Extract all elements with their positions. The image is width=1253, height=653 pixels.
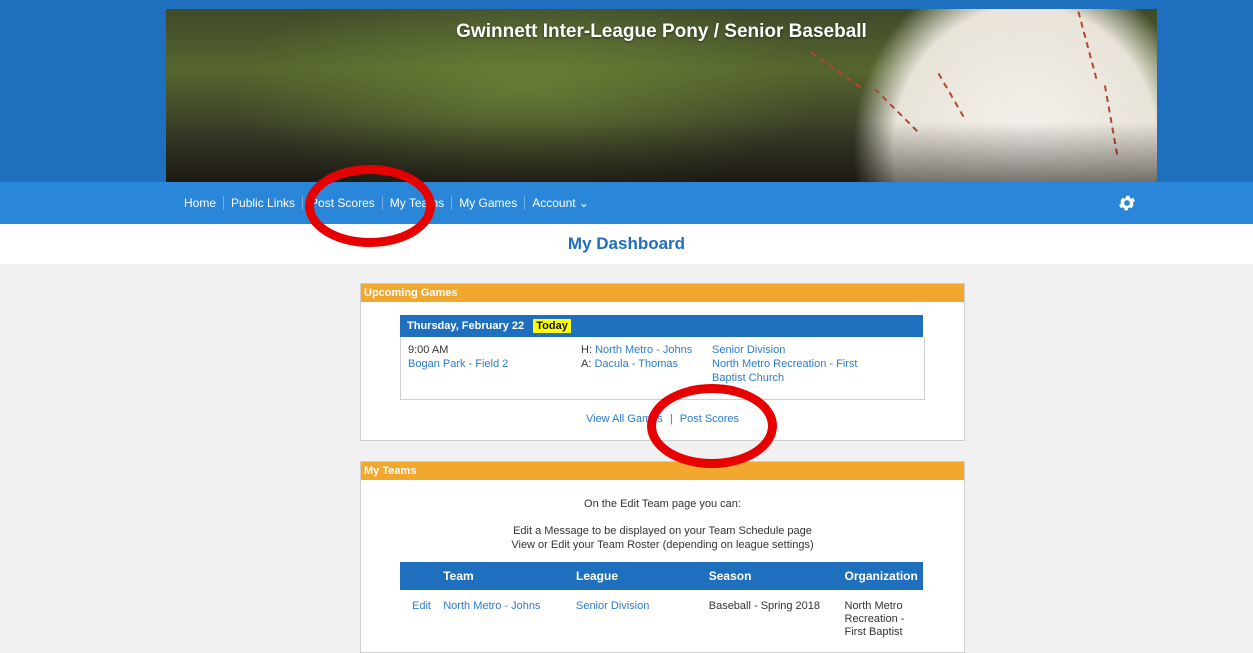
organization-link[interactable]: North Metro Recreation - First Baptist C…: [712, 357, 872, 385]
main-nav: Home Public Links Post Scores My Teams M…: [0, 182, 1253, 224]
organization-cell: North Metro Recreation - First Baptist: [844, 600, 905, 638]
col-season: Season: [707, 562, 844, 590]
teams-info-line-1: Edit a Message to be displayed on your T…: [513, 525, 812, 537]
home-prefix: H:: [581, 344, 592, 356]
teams-intro: On the Edit Team page you can:: [584, 498, 741, 510]
today-badge: Today: [533, 319, 571, 333]
away-team-link[interactable]: Dacula - Thomas: [594, 358, 678, 370]
my-teams-heading: My Teams: [361, 462, 964, 480]
game-field-link[interactable]: Bogan Park - Field 2: [408, 357, 508, 371]
my-teams-panel: My Teams On the Edit Team page you can: …: [360, 461, 965, 653]
page-title: My Dashboard: [567, 234, 686, 253]
nav-account[interactable]: Account ⌄: [525, 196, 596, 210]
game-time: 9:00 AM: [408, 344, 449, 356]
team-link[interactable]: North Metro - Johns: [442, 590, 575, 640]
division-link[interactable]: Senior Division: [712, 343, 785, 357]
nav-post-scores[interactable]: Post Scores: [303, 196, 383, 210]
link-separator: |: [669, 413, 673, 425]
game-row: 9:00 AM Bogan Park - Field 2 H: North Me…: [400, 337, 925, 400]
upcoming-footer-links: View All Games | Post Scores: [361, 413, 964, 425]
home-team-link[interactable]: North Metro - Johns: [595, 344, 692, 356]
teams-table-header: Team League Season Organization: [400, 562, 923, 590]
game-day: Thursday, February 22: [407, 320, 525, 332]
site-title: Gwinnett Inter-League Pony / Senior Base…: [456, 21, 867, 42]
col-league: League: [574, 562, 708, 590]
season-cell: Baseball - Spring 2018: [708, 600, 821, 612]
nav-my-games[interactable]: My Games: [452, 196, 526, 210]
post-scores-link[interactable]: Post Scores: [680, 413, 739, 425]
col-team: Team: [442, 562, 575, 590]
banner-image: Gwinnett Inter-League Pony / Senior Base…: [166, 9, 1157, 182]
col-organization: Organization: [843, 562, 923, 590]
upcoming-games-panel: Upcoming Games Thursday, February 22 Tod…: [360, 283, 965, 441]
table-row: Edit North Metro - Johns Senior Division…: [400, 590, 923, 640]
nav-my-teams[interactable]: My Teams: [383, 196, 453, 210]
nav-public-links[interactable]: Public Links: [224, 196, 304, 210]
away-prefix: A:: [581, 358, 592, 370]
edit-team-link[interactable]: Edit: [400, 590, 442, 640]
game-day-header: Thursday, February 22 Today: [400, 315, 923, 337]
teams-info-line-2: View or Edit your Team Roster (depending…: [511, 539, 814, 551]
view-all-games-link[interactable]: View All Games: [586, 413, 663, 425]
league-link[interactable]: Senior Division: [575, 590, 708, 640]
upcoming-games-heading: Upcoming Games: [361, 284, 964, 302]
gear-icon[interactable]: [1117, 193, 1137, 213]
teams-table: Team League Season Organization Edit Nor…: [400, 562, 923, 640]
nav-home[interactable]: Home: [177, 196, 225, 210]
